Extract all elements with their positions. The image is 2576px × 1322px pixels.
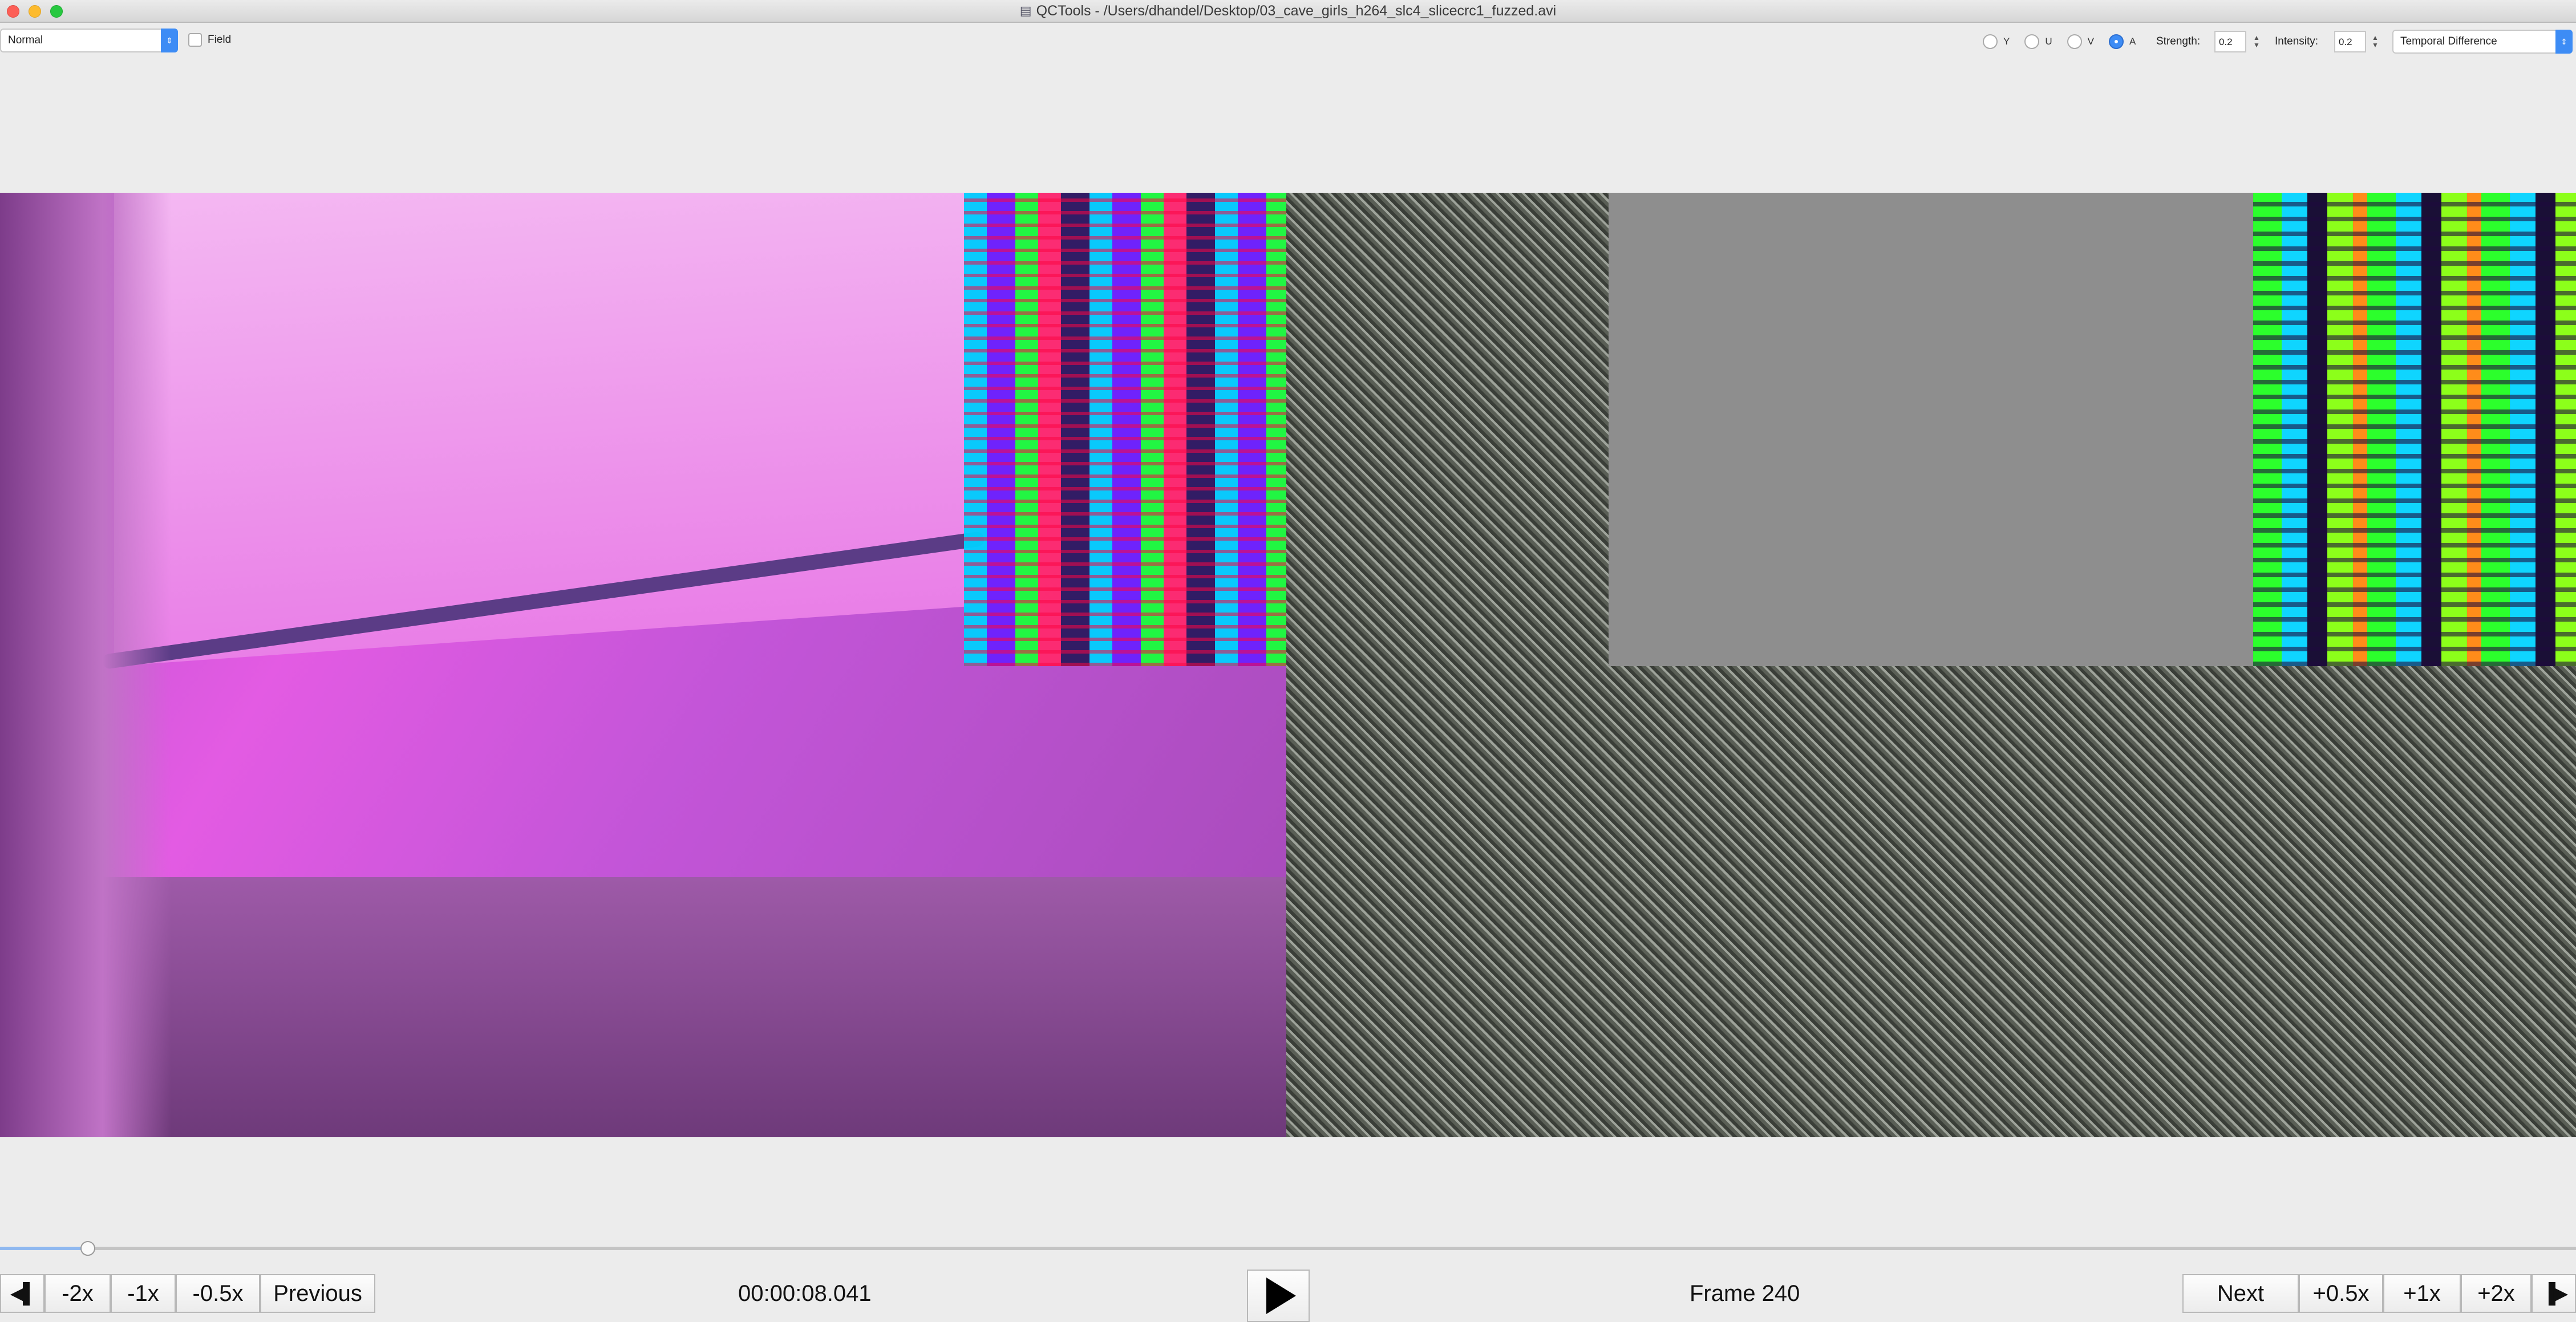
window-title-group: ▤ QCTools - /Users/dhandel/Desktop/03_ca… [1020, 3, 1556, 19]
radio-u[interactable]: U [2024, 34, 2052, 49]
gray-artifact-block [1609, 193, 2253, 666]
toolbar: Normal ⇕ Field Y U V A Strength: 0.2 ▲ ▼ … [0, 23, 2576, 63]
step-forward-icon: ▐▶ [2541, 1283, 2568, 1304]
strength-stepper[interactable]: ▲ ▼ [2250, 31, 2263, 52]
filtered-video-frame [1286, 193, 2576, 1137]
chevron-updown-icon: ⇕ [161, 29, 178, 52]
playback-controls: ◀▌ -2x -1x -0.5x Previous 00:00:08.041 F… [0, 1267, 2576, 1322]
speed-plus-1x-button[interactable]: +1x [2383, 1274, 2461, 1313]
glitch-artifact-block [964, 193, 1286, 666]
down-arrow-icon[interactable]: ▼ [2372, 41, 2379, 49]
radio-v-label: V [2087, 36, 2094, 47]
intensity-input[interactable]: 0.2 [2334, 31, 2366, 52]
filter-select[interactable]: Temporal Difference ⇕ [2392, 30, 2573, 54]
field-label: Field [208, 34, 232, 46]
speed-minus-05x-button[interactable]: -0.5x [176, 1274, 260, 1313]
frame-number: Frame 240 [1690, 1281, 1800, 1306]
speed-minus-2x-button[interactable]: -2x [44, 1274, 111, 1313]
display-mode-value: Normal [8, 34, 43, 46]
intensity-stepper[interactable]: ▲ ▼ [2368, 31, 2382, 52]
speed-minus-1x-button[interactable]: -1x [111, 1274, 176, 1313]
radio-v[interactable]: V [2067, 34, 2094, 49]
step-forward-button[interactable]: ▐▶ [2532, 1274, 2576, 1313]
radio-u-label: U [2045, 36, 2052, 47]
strength-input[interactable]: 0.2 [2214, 31, 2246, 52]
seek-bar[interactable] [0, 1241, 2576, 1256]
play-icon [1266, 1278, 1296, 1314]
display-mode-select[interactable]: Normal ⇕ [0, 29, 178, 52]
next-button[interactable]: Next [2182, 1274, 2299, 1313]
blurred-person-image [0, 193, 171, 1137]
radio-a[interactable]: A [2108, 34, 2136, 49]
filter-value: Temporal Difference [2400, 35, 2497, 47]
radio-y[interactable]: Y [1983, 34, 2010, 49]
plane-radio-group: Y U V A [1983, 34, 2136, 49]
radio-v-dot[interactable] [2067, 34, 2082, 49]
video-viewer[interactable] [0, 193, 2576, 1137]
title-bar: ▤ QCTools - /Users/dhandel/Desktop/03_ca… [0, 0, 2576, 23]
speed-plus-05x-button[interactable]: +0.5x [2299, 1274, 2383, 1313]
previous-button[interactable]: Previous [260, 1274, 375, 1313]
zoom-window-button[interactable] [50, 5, 63, 18]
timecode: 00:00:08.041 [738, 1281, 872, 1306]
radio-u-dot[interactable] [2024, 34, 2040, 49]
window-title: QCTools - /Users/dhandel/Desktop/03_cave… [1036, 2, 1557, 19]
radio-a-dot[interactable] [2108, 34, 2124, 49]
radio-a-label: A [2129, 36, 2136, 47]
intensity-label: Intensity: [2275, 35, 2319, 47]
original-video-frame [0, 193, 1286, 1137]
floor-image [0, 877, 1286, 1137]
seek-handle[interactable] [80, 1241, 95, 1256]
minimize-window-button[interactable] [29, 5, 41, 18]
down-arrow-icon[interactable]: ▼ [2253, 41, 2260, 49]
close-window-button[interactable] [7, 5, 19, 18]
play-button[interactable] [1247, 1270, 1310, 1322]
step-back-button[interactable]: ◀▌ [0, 1274, 44, 1313]
glitch-artifact-block [2253, 193, 2576, 666]
chevron-updown-icon: ⇕ [2555, 30, 2573, 54]
radio-y-label: Y [2003, 36, 2010, 47]
step-back-icon: ◀▌ [10, 1283, 37, 1304]
speed-plus-2x-button[interactable]: +2x [2461, 1274, 2532, 1313]
window-controls [7, 5, 63, 18]
field-checkbox[interactable] [188, 33, 202, 47]
document-icon: ▤ [1019, 3, 1032, 18]
strength-label: Strength: [2156, 35, 2201, 47]
field-checkbox-group[interactable]: Field [188, 33, 231, 47]
seek-progress [0, 1247, 88, 1250]
radio-y-dot[interactable] [1983, 34, 1998, 49]
